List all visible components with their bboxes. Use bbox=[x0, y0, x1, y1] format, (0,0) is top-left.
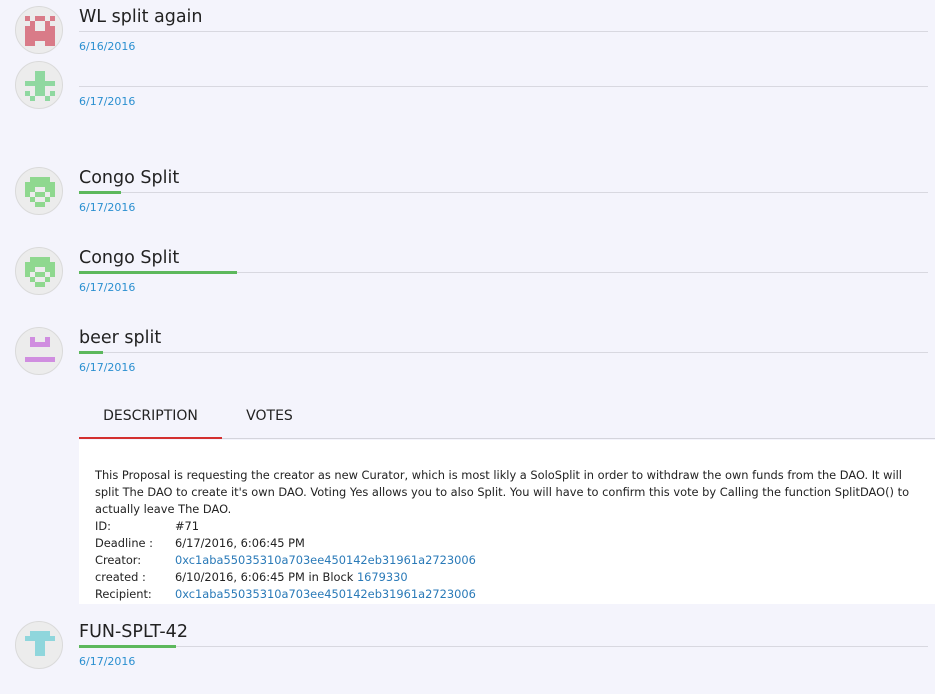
proposal-description: This Proposal is requesting the creator … bbox=[95, 468, 910, 516]
proposal-item[interactable]: Congo Split 6/17/2016 bbox=[0, 161, 935, 231]
proposal-date: 6/16/2016 bbox=[79, 40, 136, 53]
identicon-avatar bbox=[15, 61, 63, 109]
id-value: #71 bbox=[175, 519, 200, 533]
recipient-address-link[interactable]: 0xc1aba55035310a703ee450142eb31961a27230… bbox=[175, 586, 476, 603]
id-label: ID: bbox=[95, 519, 111, 533]
tab-votes[interactable]: VOTES bbox=[222, 394, 317, 439]
creator-address-link[interactable]: 0xc1aba55035310a703ee450142eb31961a27230… bbox=[175, 552, 476, 569]
proposal-item[interactable]: FUN-SPLT-42 6/17/2016 bbox=[0, 615, 935, 685]
proposal-item[interactable]: Congo Split 6/17/2016 bbox=[0, 241, 935, 311]
vote-progress-bar bbox=[79, 271, 237, 274]
divider bbox=[79, 86, 928, 87]
identicon-avatar bbox=[15, 327, 63, 375]
proposal-details-panel: This Proposal is requesting the creator … bbox=[79, 440, 935, 604]
created-label: created : bbox=[95, 570, 146, 584]
proposal-item[interactable]: beer split 6/17/2016 bbox=[0, 321, 935, 391]
proposal-title[interactable]: Congo Split bbox=[79, 168, 179, 188]
divider bbox=[79, 352, 928, 353]
divider bbox=[79, 192, 928, 193]
deadline-value: 6/17/2016, 6:06:45 PM bbox=[175, 536, 305, 550]
block-link[interactable]: 1679330 bbox=[357, 570, 408, 584]
proposal-date: 6/17/2016 bbox=[79, 95, 136, 108]
proposal-tabs: DESCRIPTION VOTES bbox=[79, 394, 935, 439]
proposal-item[interactable]: 6/17/2016 bbox=[0, 55, 935, 125]
identicon-avatar bbox=[15, 247, 63, 295]
proposal-date: 6/17/2016 bbox=[79, 281, 136, 294]
proposal-title[interactable]: beer split bbox=[79, 328, 161, 348]
created-value: 6/10/2016, 6:06:45 PM in Block 1679330 bbox=[175, 569, 408, 586]
creator-label: Creator: bbox=[95, 553, 142, 567]
created-date: 6/10/2016, 6:06:45 PM in Block bbox=[175, 570, 354, 584]
recipient-label: Recipient: bbox=[95, 587, 152, 601]
proposal-date: 6/17/2016 bbox=[79, 361, 136, 374]
vote-progress-bar bbox=[79, 191, 121, 194]
proposal-title[interactable]: WL split again bbox=[79, 7, 203, 27]
divider bbox=[79, 31, 928, 32]
identicon-avatar bbox=[15, 167, 63, 215]
proposal-title[interactable]: Congo Split bbox=[79, 248, 179, 268]
identicon-avatar bbox=[15, 621, 63, 669]
divider bbox=[79, 646, 928, 647]
vote-progress-bar bbox=[79, 645, 176, 648]
identicon-avatar bbox=[15, 6, 63, 54]
proposal-date: 6/17/2016 bbox=[79, 201, 136, 214]
deadline-label: Deadline : bbox=[95, 536, 154, 550]
tab-description[interactable]: DESCRIPTION bbox=[79, 394, 222, 439]
proposal-date: 6/17/2016 bbox=[79, 655, 136, 668]
vote-progress-bar bbox=[79, 351, 103, 354]
proposal-title[interactable]: FUN-SPLT-42 bbox=[79, 622, 188, 642]
